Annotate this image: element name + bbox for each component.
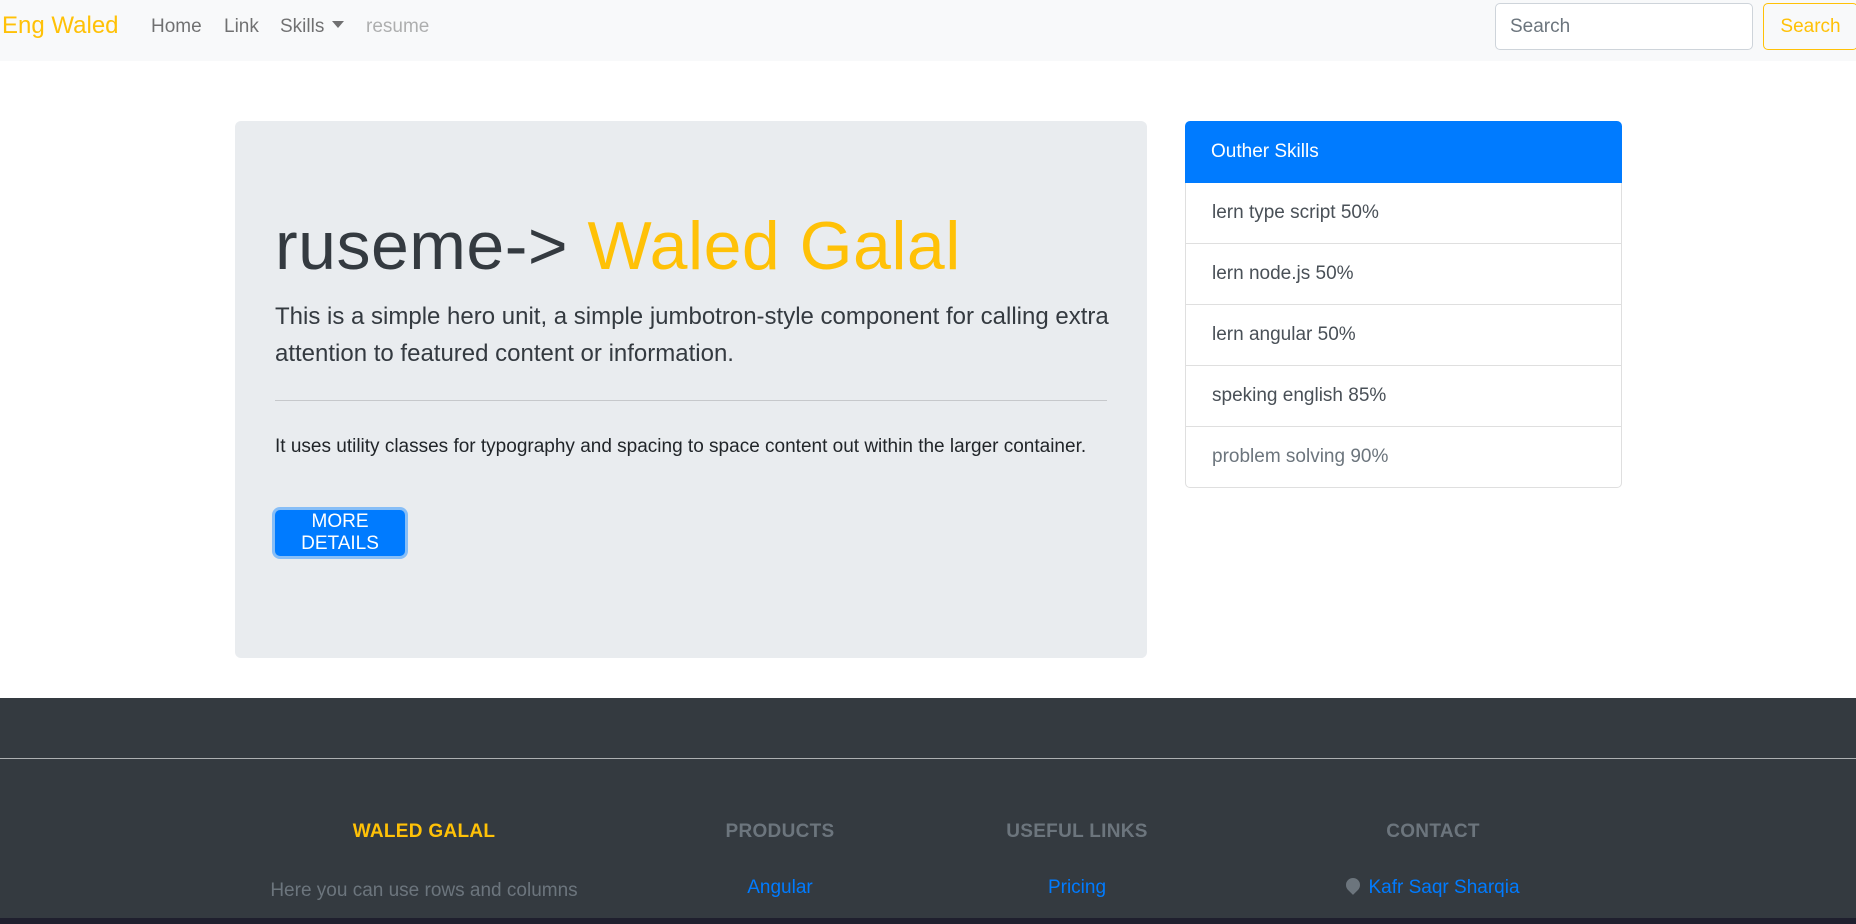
list-item: lern type script 50% <box>1185 183 1622 244</box>
footer-link-angular[interactable]: Angular <box>630 877 930 899</box>
footer-heading-contact: CONTACT <box>1386 821 1480 842</box>
list-item: problem solving 90% <box>1185 427 1622 488</box>
hero-title-name: Waled Galal <box>587 208 961 284</box>
chevron-down-icon <box>332 21 345 29</box>
hero-lead: This is a simple hero unit, a simple jum… <box>275 303 1109 367</box>
search-input[interactable] <box>1495 3 1753 50</box>
footer-contact-address[interactable]: Kafr Saqr Sharqia <box>1283 875 1583 899</box>
footer-heading-useful-links: USEFUL LINKS <box>1006 821 1148 842</box>
list-item: lern angular 50% <box>1185 305 1622 366</box>
list-item: speking english 85% <box>1185 366 1622 427</box>
footer-heading-brand: WALED GALAL <box>352 821 496 842</box>
hero-jumbotron: ruseme-> Waled Galal This is a simple he… <box>235 121 1147 658</box>
footer-brand-text: Here you can use rows and columns <box>270 880 578 901</box>
footer-heading-products: PRODUCTS <box>725 821 835 842</box>
footer-link-pricing[interactable]: Pricing <box>927 877 1227 899</box>
hero-body: It uses utility classes for typography a… <box>275 436 1087 457</box>
skills-list: Outher Skills lern type script 50% lern … <box>1185 121 1622 488</box>
footer-divider <box>0 758 1856 759</box>
nav-skills-label: Skills <box>280 16 325 37</box>
search-button[interactable]: Search <box>1763 3 1856 50</box>
nav-home[interactable]: Home <box>151 16 202 38</box>
footer-contact-address-label: Kafr Saqr Sharqia <box>1368 877 1520 898</box>
footer: WALED GALAL Here you can use rows and co… <box>0 698 1856 924</box>
nav-link[interactable]: Link <box>224 16 259 38</box>
hero-divider <box>275 400 1107 401</box>
navbar: Eng Waled Home Link Skills resume Search <box>0 0 1856 61</box>
hero-title-prefix: ruseme-> <box>275 208 588 284</box>
bottom-strip <box>0 918 1856 924</box>
skills-header: Outher Skills <box>1185 121 1622 183</box>
nav-resume: resume <box>366 16 430 37</box>
brand-link[interactable]: Eng Waled <box>2 12 119 40</box>
nav-skills-dropdown[interactable]: Skills <box>280 16 345 38</box>
more-details-button[interactable]: MORE DETAILS <box>275 510 405 556</box>
hero-title: ruseme-> Waled Galal <box>275 207 961 285</box>
list-item: lern node.js 50% <box>1185 244 1622 305</box>
map-pin-icon <box>1343 875 1364 895</box>
